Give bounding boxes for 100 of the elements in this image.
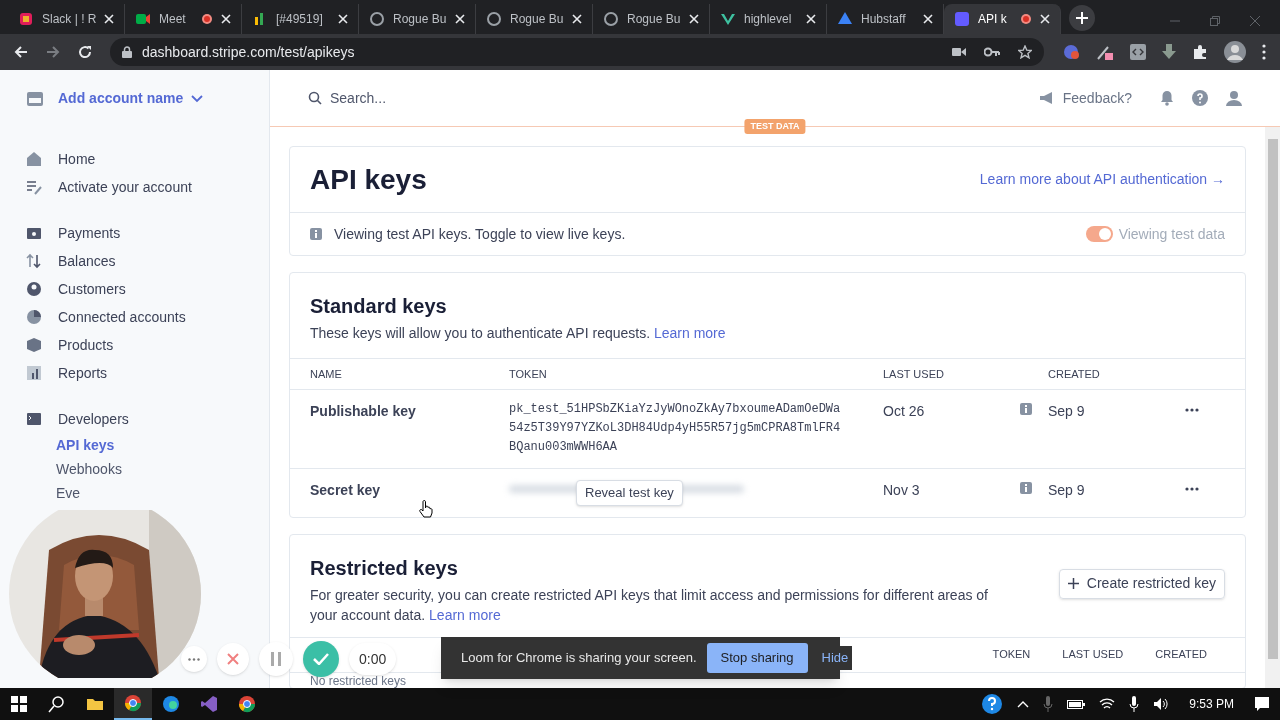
pause-icon <box>270 652 282 666</box>
created-date: Sep 9 <box>1048 402 1086 421</box>
created-date: Sep 9 <box>1048 481 1086 500</box>
learn-more-link[interactable]: Learn more <box>653 325 726 341</box>
auth-docs-link[interactable]: Learn more about API authentication → <box>979 169 1225 190</box>
house-icon <box>26 151 42 167</box>
account-dropdown[interactable]: Add account name <box>58 88 204 109</box>
search-icon <box>308 91 322 105</box>
notification-icon[interactable] <box>1254 696 1270 712</box>
recording-timer: 0:00 <box>349 643 397 675</box>
create-restricted-key-button[interactable]: Create restricted key <box>1058 568 1225 599</box>
empty-state-text: No restricted keys <box>310 674 407 688</box>
code-icon[interactable] <box>1130 44 1146 60</box>
more-icon <box>188 657 200 661</box>
column-header: CREATED <box>1048 366 1101 382</box>
store-icon <box>26 89 44 108</box>
column-header: TOKEN <box>509 366 548 382</box>
api-token: pk_test_51HPSbZKiaYzJyWOnoZkAy7bxoumeADamOeDWa54z5T39Y97YZKoL3DH84Udp4yH55R57jg5mCPRA8TmlFR4BQanu003mWWH6AA <box>509 401 841 456</box>
section-description: These keys will allow you to authenticate API requests. Learn more <box>310 324 727 343</box>
browser-tab[interactable]: API k <box>944 4 1061 34</box>
box-icon <box>26 337 42 353</box>
clock-time: 9:53 PM <box>1188 696 1235 713</box>
lock-icon <box>122 46 132 58</box>
download-arrow-icon[interactable] <box>1162 44 1176 60</box>
column-header: CREATED <box>1155 647 1207 663</box>
search-field[interactable]: Search... <box>330 87 530 109</box>
section-description: For greater security, you can create restricted API keys that limit access and permissions for different areas of your account data. Learn more <box>310 585 989 625</box>
sidebar-item[interactable]: Activate your account <box>58 176 192 198</box>
restore-icon[interactable] <box>1210 16 1220 26</box>
test-data-badge: TEST DATA <box>744 118 806 134</box>
address-bar[interactable]: dashboard.stripe.com/test/apikeys <box>110 38 1044 66</box>
forward-icon[interactable] <box>46 45 60 59</box>
tab-favicon-icon <box>369 11 385 27</box>
column-header: LAST USED <box>883 366 945 382</box>
browser-icon <box>124 694 142 712</box>
bell-icon[interactable] <box>1160 90 1174 106</box>
sidebar-item[interactable]: Products <box>58 334 114 356</box>
more-icon[interactable] <box>1185 487 1199 491</box>
tab-favicon-icon <box>18 11 34 27</box>
edge-icon <box>162 695 180 713</box>
sidebar-item[interactable]: Connected accounts <box>58 306 186 328</box>
chevron-up-icon[interactable] <box>1017 700 1030 708</box>
check-icon <box>313 653 329 665</box>
extension-icon[interactable] <box>1062 43 1080 61</box>
reveal-key-button[interactable]: Reveal test key <box>576 480 683 506</box>
hand-cursor-icon <box>419 500 433 518</box>
new-tab-button[interactable] <box>1069 5 1095 31</box>
last-used-date: Oct 26 <box>883 402 926 421</box>
learn-more-link[interactable]: Learn more <box>429 606 501 623</box>
more-icon[interactable] <box>1185 408 1199 412</box>
tab-favicon-icon <box>837 11 853 27</box>
sidebar-item[interactable]: Reports <box>58 362 108 384</box>
microphone-icon[interactable] <box>1129 696 1140 712</box>
toggle-switch[interactable] <box>1085 226 1113 242</box>
sidebar-subitem[interactable]: Eve <box>56 481 269 505</box>
wifi-icon[interactable] <box>1099 697 1116 711</box>
terminal-icon <box>26 411 42 427</box>
key-name: Publishable key <box>310 402 416 421</box>
help-icon[interactable] <box>981 693 1004 715</box>
scrollbar[interactable] <box>1265 127 1280 688</box>
chevron-down-icon <box>191 94 204 103</box>
sidebar-item[interactable]: Customers <box>58 278 126 300</box>
star-icon[interactable] <box>1018 45 1032 59</box>
sidebar-subitem[interactable]: API keys <box>56 433 269 457</box>
column-header: TOKEN <box>992 647 1031 663</box>
banner-text: Loom for Chrome is sharing your screen. <box>461 649 697 668</box>
battery-icon[interactable] <box>1067 698 1086 710</box>
tab-favicon-icon <box>486 11 502 27</box>
speaker-icon[interactable] <box>1153 697 1170 711</box>
reload-icon[interactable] <box>78 45 92 59</box>
visual-studio-icon <box>200 695 218 713</box>
plus-icon <box>1076 12 1088 24</box>
back-icon[interactable] <box>14 45 28 59</box>
taskbar-button[interactable] <box>114 688 152 720</box>
sidebar-item[interactable]: Payments <box>58 222 121 244</box>
info-icon <box>1020 403 1032 415</box>
key-icon[interactable] <box>984 47 1000 57</box>
profile-avatar-icon[interactable] <box>1224 41 1246 63</box>
arrows-icon <box>26 253 42 269</box>
bar-chart-icon <box>26 365 42 381</box>
sidebar-item[interactable]: Balances <box>58 250 116 272</box>
user-icon[interactable] <box>1226 90 1242 106</box>
sidebar-item[interactable]: Home <box>58 148 96 170</box>
sidebar-subitem[interactable]: Webhooks <box>56 457 269 481</box>
key-name: Secret key <box>310 481 381 500</box>
stop-sharing-button[interactable]: Stop sharing <box>706 643 808 673</box>
more-icon[interactable] <box>1262 44 1266 60</box>
puzzle-icon[interactable] <box>1192 44 1208 60</box>
feedback-button[interactable]: Feedback? <box>1038 87 1132 109</box>
camera-icon[interactable] <box>952 47 966 57</box>
windows-icon <box>10 695 28 713</box>
tab-favicon-icon <box>603 11 619 27</box>
section-title: Restricted keys <box>310 555 459 581</box>
page-title: API keys <box>310 162 427 197</box>
wallet-icon <box>26 225 42 241</box>
person-circle-icon <box>26 281 42 297</box>
plus-icon <box>1067 578 1079 589</box>
tab-favicon-icon <box>954 11 970 27</box>
sidebar-item[interactable]: Developers <box>58 408 129 430</box>
notice-text: Viewing test API keys. Toggle to view live keys. <box>334 224 626 244</box>
